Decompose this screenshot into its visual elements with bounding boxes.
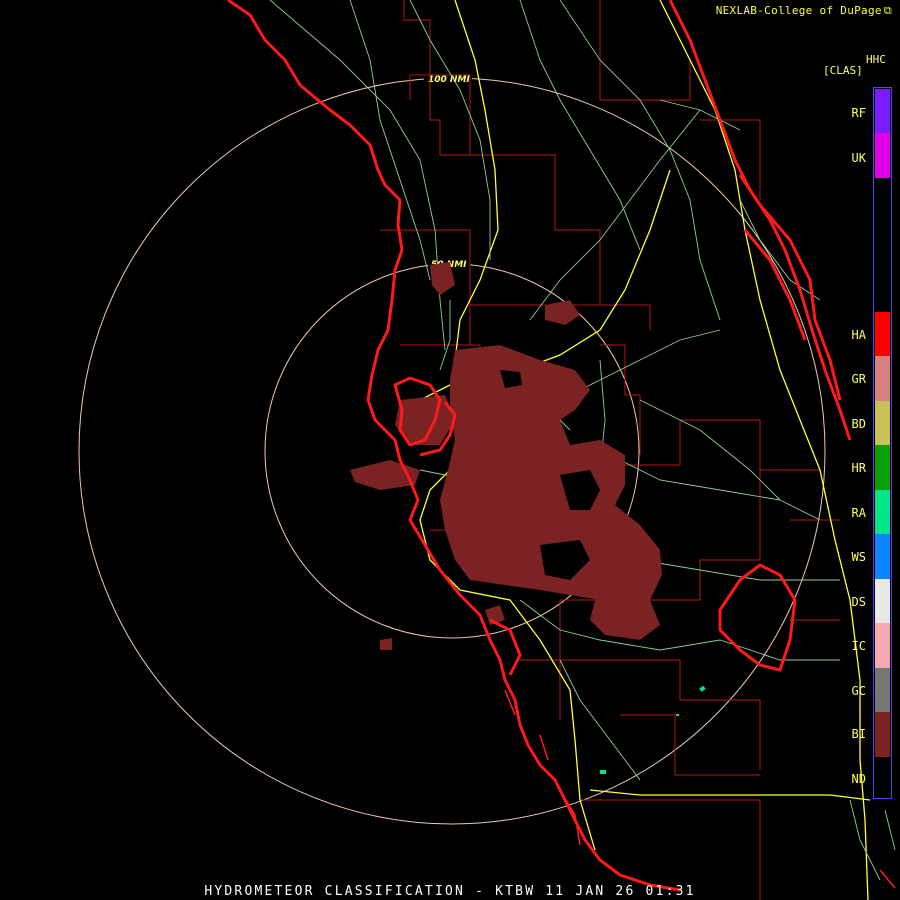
legend-label-ha: HA: [851, 328, 866, 342]
legend-swatch-ha: [875, 312, 890, 356]
legend-swatch-uk: [875, 133, 890, 178]
legend-label-ds: DS: [851, 595, 866, 609]
range-rings: [78, 77, 826, 825]
legend-swatch-gr: [875, 356, 890, 401]
legend-label-uk: UK: [851, 151, 866, 165]
range-ring-100: [78, 77, 826, 825]
legend-label-gc: GC: [851, 684, 866, 698]
legend-label-gr: GR: [851, 372, 866, 386]
legend-label-nd: ND: [851, 772, 866, 786]
minor-roads: [269, 0, 896, 881]
legend-label-ic: IC: [851, 639, 866, 653]
radar-map: 100 NMI 50 NMI: [78, 0, 896, 900]
legend-swatch-ra: [875, 490, 890, 534]
echo-speckle: [600, 685, 706, 774]
legend-label-bi: BI: [851, 727, 866, 741]
product-footer: HYDROMETEOR CLASSIFICATION - KTBW 11 JAN…: [204, 884, 696, 899]
legend-class-header: [CLAS]: [823, 64, 863, 77]
legend-swatch-hr: [875, 445, 890, 490]
legend-label-rf: RF: [851, 106, 866, 120]
legend-swatch-rf: [875, 89, 890, 133]
legend-color-bar: [873, 87, 892, 799]
legend-product-code: HHC: [866, 53, 886, 66]
legend-swatch-bi: [875, 712, 890, 757]
legend-swatch-bd: [875, 401, 890, 445]
legend-swatch-gc: [875, 668, 890, 712]
legend-swatch-ds: [875, 579, 890, 623]
coastline-islands: [504, 689, 896, 889]
legend-swatch-ws: [875, 534, 890, 579]
legend-label-hr: HR: [851, 461, 866, 475]
legend-label-ra: RA: [851, 506, 866, 520]
echo-returns: [350, 262, 662, 650]
range-ring-label-100: 100 NMI: [428, 75, 470, 85]
external-link-icon[interactable]: ⧉: [884, 4, 892, 17]
legend-swatch-nd: [875, 757, 890, 798]
legend-label-ws: WS: [851, 550, 866, 564]
legend-label-bd: BD: [851, 417, 866, 431]
credit-label: NEXLAB-College of DuPage ⧉: [715, 4, 892, 17]
legend-swatch-ic: [875, 623, 890, 668]
